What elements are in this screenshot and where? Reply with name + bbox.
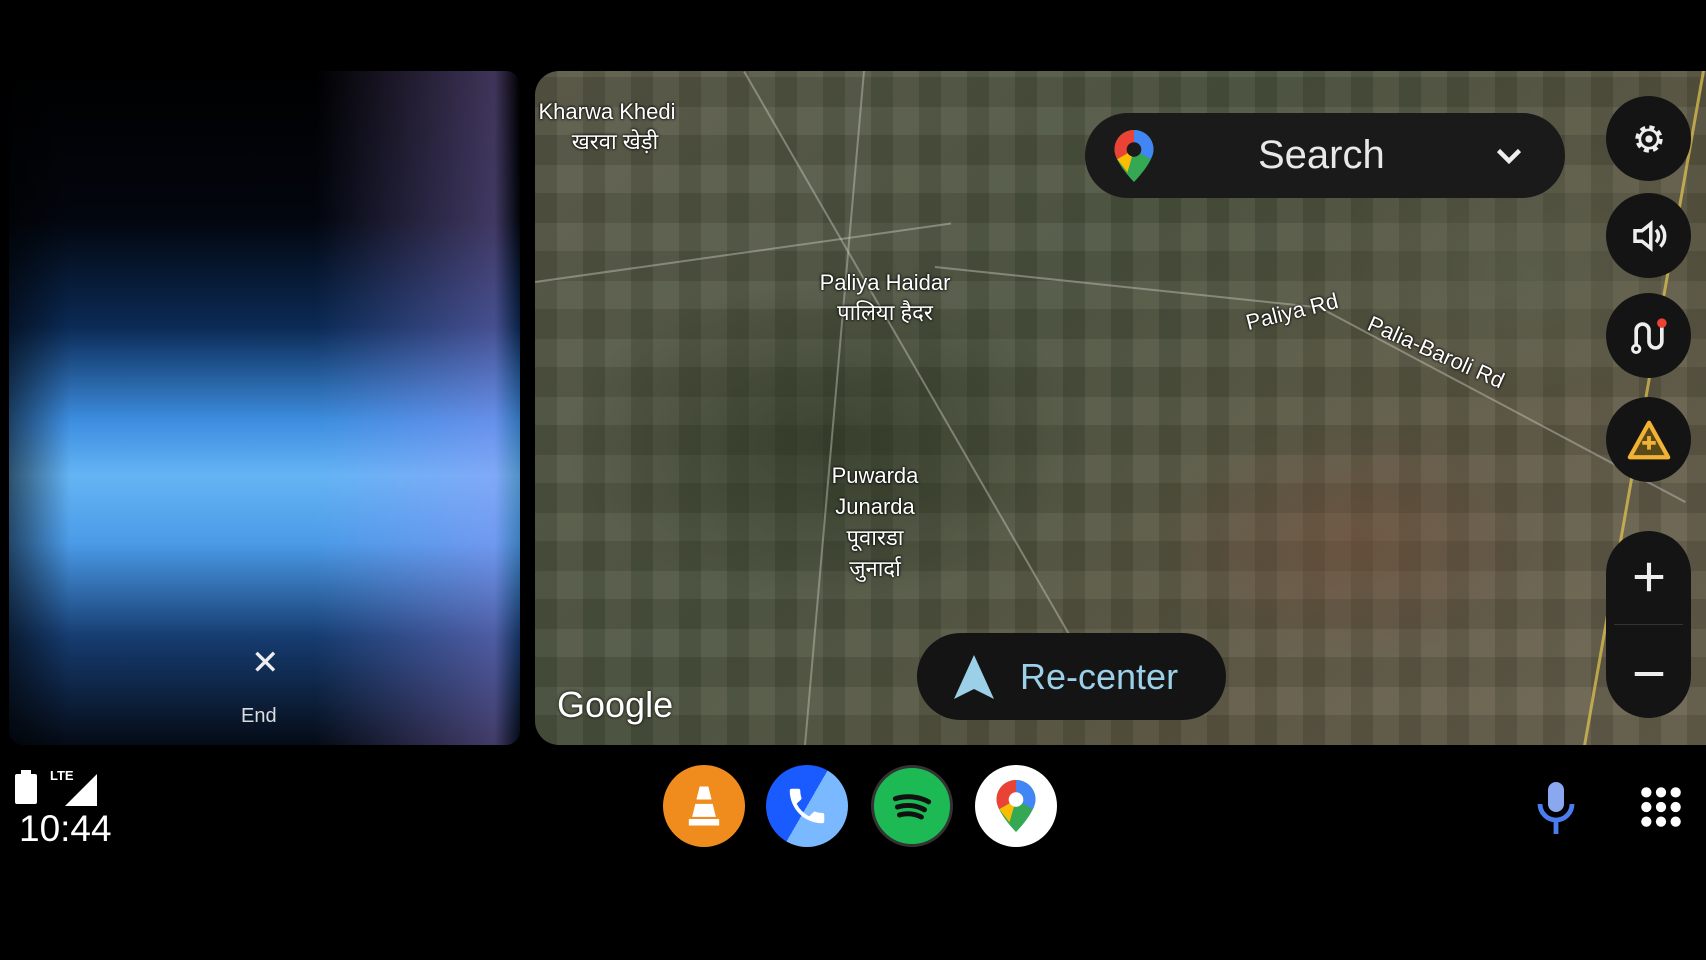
app-vlc[interactable] (663, 765, 745, 847)
route-overview-button[interactable] (1606, 293, 1691, 378)
recenter-label: Re-center (1020, 655, 1179, 697)
map-label: खरवा खेड़ी (571, 129, 659, 154)
close-icon[interactable]: ✕ (251, 643, 280, 683)
phone-icon (789, 788, 825, 824)
recenter-button[interactable]: Re-center (917, 633, 1226, 720)
road-label: Palia-Baroli Rd (1364, 310, 1509, 394)
call-panel: ✕ End (9, 71, 520, 745)
app-spotify[interactable] (871, 765, 953, 847)
signal-icon (65, 774, 97, 806)
zoom-controls (1606, 531, 1691, 718)
map-label: Junarda (835, 494, 915, 519)
spotify-icon (892, 794, 932, 820)
map-label: पालिया हैदर (837, 300, 933, 325)
end-call-label[interactable]: End (241, 705, 277, 728)
map-label: पूवारडा (846, 525, 904, 550)
route-icon (1630, 317, 1667, 354)
search-label: Search (1258, 133, 1385, 177)
navigation-arrow-icon (954, 655, 994, 699)
app-launcher-icon[interactable] (1639, 785, 1683, 829)
google-attribution: Google (557, 684, 674, 725)
zoom-in-icon[interactable] (1630, 558, 1668, 596)
report-hazard-button[interactable] (1606, 397, 1691, 482)
vlc-icon (688, 786, 720, 826)
map-label: जुनार्दा (849, 556, 901, 581)
map-label: Kharwa Khedi (538, 99, 676, 124)
zoom-out-icon[interactable] (1630, 655, 1668, 693)
microphone-icon[interactable] (1536, 780, 1576, 836)
road-label: Paliya Rd (1243, 287, 1341, 336)
map-label: Paliya Haidar (819, 270, 951, 295)
app-google-maps[interactable] (975, 765, 1057, 847)
volume-button[interactable] (1606, 193, 1691, 278)
divider (1614, 624, 1683, 625)
app-phone[interactable] (766, 765, 848, 847)
report-hazard-icon (1627, 420, 1670, 459)
map-label: Puwarda (831, 463, 919, 488)
volume-icon (1632, 219, 1666, 252)
battery-icon (15, 770, 37, 804)
chevron-down-icon[interactable] (1491, 135, 1527, 175)
gear-icon (1634, 124, 1663, 153)
status-icons: LTE (14, 768, 97, 809)
clock: 10:44 (19, 808, 112, 849)
search-bar[interactable]: Search (1085, 113, 1565, 198)
google-maps-icon (996, 780, 1036, 832)
settings-button[interactable] (1606, 96, 1691, 181)
google-maps-pin-icon (1114, 130, 1154, 182)
